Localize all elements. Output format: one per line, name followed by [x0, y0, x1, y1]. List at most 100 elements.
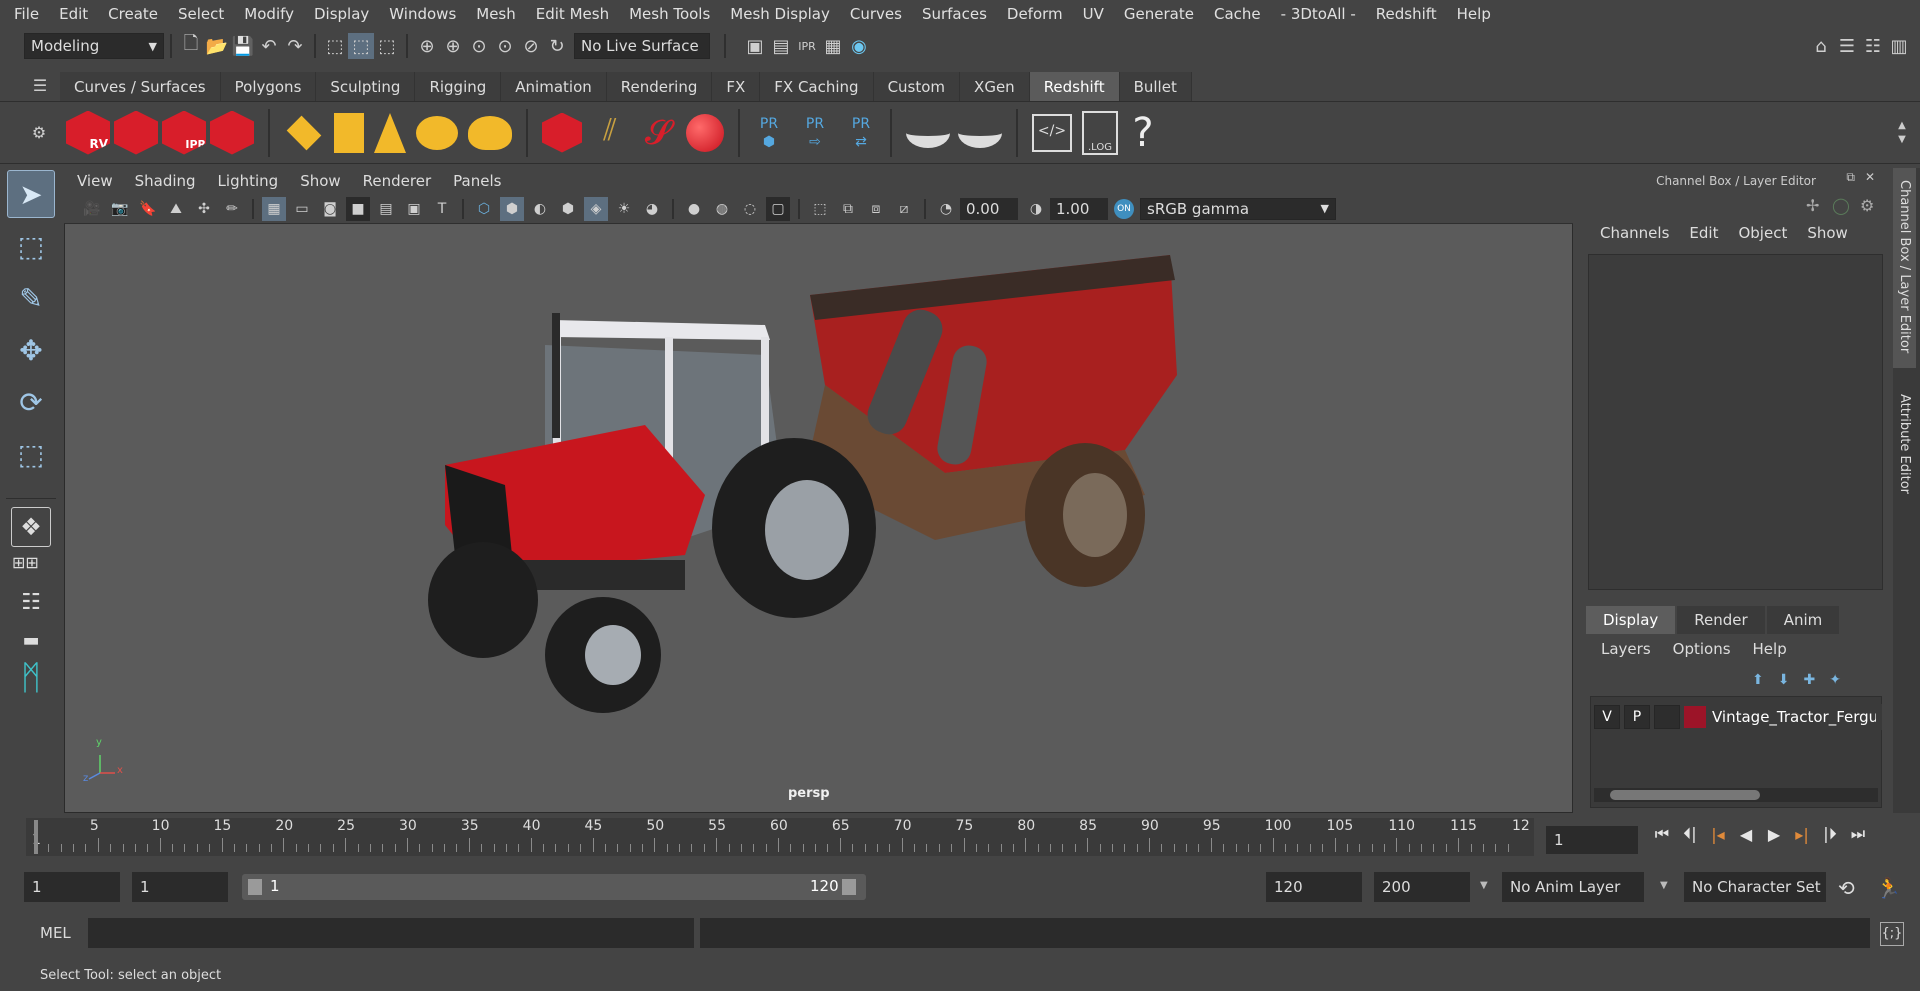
gamma-icon[interactable]: ◑: [1024, 197, 1048, 221]
wireframe-icon[interactable]: ⬡: [472, 197, 496, 221]
move-layer-up-icon[interactable]: ⬆: [1752, 672, 1764, 688]
pr-cube-icon[interactable]: PR ⬢: [754, 115, 784, 151]
layer-visibility-toggle[interactable]: V: [1594, 705, 1620, 729]
view-transform-dropdown[interactable]: sRGB gamma ▼: [1140, 197, 1336, 220]
channel-box-menu-show[interactable]: Show: [1797, 224, 1857, 242]
shelf-tab-curves-surfaces[interactable]: Curves / Surfaces: [60, 72, 221, 101]
menu-mesh[interactable]: Mesh: [466, 0, 526, 29]
range-slider-bar[interactable]: 1 120: [242, 874, 866, 900]
select-component-icon[interactable]: ⬚: [374, 33, 400, 59]
toolbox-toggle-icon[interactable]: ▥: [1886, 33, 1912, 59]
shelf-tab-xgen[interactable]: XGen: [960, 72, 1030, 101]
viewport-menu-lighting[interactable]: Lighting: [207, 172, 290, 190]
gamma-field[interactable]: 1.00: [1050, 197, 1108, 220]
play-forwards-icon[interactable]: ▶: [1760, 820, 1788, 848]
close-icon[interactable]: ✕: [1865, 170, 1875, 184]
menu-curves[interactable]: Curves: [840, 0, 912, 29]
pr-swap-icon[interactable]: PR ⇄: [846, 115, 876, 151]
menu-surfaces[interactable]: Surfaces: [912, 0, 997, 29]
lasso-tool-icon[interactable]: ⬚: [7, 222, 55, 270]
scrollbar-thumb[interactable]: [1610, 790, 1760, 800]
open-scene-icon[interactable]: 📂: [204, 33, 230, 59]
play-backwards-icon[interactable]: ◀: [1732, 820, 1760, 848]
layer-tab-anim[interactable]: Anim: [1766, 606, 1840, 634]
step-back-keyframe-icon[interactable]: |◂: [1704, 820, 1732, 848]
depth-of-field-icon[interactable]: ▢: [766, 196, 790, 221]
snap-grid-icon[interactable]: ⊕: [414, 33, 440, 59]
playback-end-field[interactable]: 120: [1266, 872, 1362, 902]
auto-key-icon[interactable]: ⟲: [1838, 876, 1855, 900]
layer-menu-help[interactable]: Help: [1742, 640, 1798, 658]
2d-pan-zoom-icon[interactable]: ✣: [192, 197, 216, 221]
material-bowl-icon[interactable]: [906, 118, 950, 148]
shelf-tab-bullet[interactable]: Bullet: [1119, 72, 1192, 101]
step-back-key-icon[interactable]: ⏴|: [1676, 820, 1704, 848]
sun-sky-icon[interactable]: [468, 115, 512, 150]
hypershade-icon[interactable]: ◉: [846, 33, 872, 59]
manipulator-icon[interactable]: ✢: [1806, 196, 1819, 215]
physical-light-icon[interactable]: [334, 112, 364, 153]
animation-preferences-icon[interactable]: 🏃: [1876, 876, 1901, 900]
snap-curve-icon[interactable]: ⊕: [440, 33, 466, 59]
bookmark-icon[interactable]: 🔖: [136, 197, 160, 221]
gear-icon[interactable]: ⚙: [1860, 196, 1874, 215]
panel-list-icon[interactable]: ☷: [1860, 33, 1886, 59]
layout-menu-icon[interactable]: ▬: [7, 630, 55, 651]
layer-row[interactable]: V P Vintage_Tractor_Fergus: [1594, 704, 1882, 730]
range-start-handle[interactable]: [248, 879, 262, 895]
menu-3dtoall[interactable]: - 3DtoAll -: [1271, 0, 1366, 29]
film-gate-icon[interactable]: ▭: [290, 197, 314, 221]
speed-icon[interactable]: ◯: [1832, 196, 1850, 215]
viewport-menu-show[interactable]: Show: [289, 172, 351, 190]
shelf-tab-custom[interactable]: Custom: [873, 72, 961, 101]
smooth-shade-icon[interactable]: ⬢: [500, 196, 524, 221]
menu-select[interactable]: Select: [168, 0, 234, 29]
menu-windows[interactable]: Windows: [379, 0, 466, 29]
redshift-ipr-icon[interactable]: IPR: [162, 110, 206, 155]
exposure-field[interactable]: 0.00: [960, 197, 1018, 220]
menu-cache[interactable]: Cache: [1204, 0, 1271, 29]
motion-blur-icon[interactable]: ◍: [710, 197, 734, 221]
layout-icon[interactable]: ☰: [1834, 33, 1860, 59]
paint-select-tool-icon[interactable]: ✎: [7, 274, 55, 322]
pr-export-icon[interactable]: PR ⇨: [800, 115, 830, 151]
ipr-render-icon[interactable]: IPR: [794, 33, 820, 59]
resolution-gate-icon[interactable]: ◙: [318, 197, 342, 221]
menu-uv[interactable]: UV: [1073, 0, 1114, 29]
screen-space-ao-icon[interactable]: ●: [682, 197, 706, 221]
menu-edit-mesh[interactable]: Edit Mesh: [526, 0, 619, 29]
channel-box-menu-object[interactable]: Object: [1728, 224, 1797, 242]
menu-mesh-display[interactable]: Mesh Display: [720, 0, 840, 29]
menu-display[interactable]: Display: [304, 0, 379, 29]
safe-action-icon[interactable]: ▣: [402, 197, 426, 221]
sphere-object-icon[interactable]: [686, 113, 724, 152]
float-panel-icon[interactable]: ⧉: [1846, 170, 1855, 185]
step-forward-keyframe-icon[interactable]: ▸|: [1788, 820, 1816, 848]
field-chart-icon[interactable]: ▤: [374, 197, 398, 221]
xray-components-icon[interactable]: ⧄: [892, 197, 916, 221]
scale-tool-icon[interactable]: ⬚: [7, 430, 55, 478]
chevron-down-icon[interactable]: ▼: [1660, 880, 1668, 891]
safe-title-icon[interactable]: T: [430, 197, 454, 221]
menu-mesh-tools[interactable]: Mesh Tools: [619, 0, 720, 29]
anim-layer-dropdown[interactable]: No Anim Layer: [1502, 872, 1644, 902]
camera-icon[interactable]: 🎥: [80, 197, 104, 221]
grid-icon[interactable]: ▦: [262, 196, 286, 221]
layer-tab-render[interactable]: Render: [1677, 606, 1765, 634]
help-icon[interactable]: ?: [1128, 111, 1158, 155]
channel-box-menu-edit[interactable]: Edit: [1679, 224, 1728, 242]
shelf-tab-fx[interactable]: FX: [712, 72, 761, 101]
go-to-end-icon[interactable]: ⏭: [1844, 820, 1872, 848]
anim-end-field[interactable]: 200: [1374, 872, 1470, 902]
menuset-dropdown[interactable]: Modeling ▼: [24, 33, 164, 59]
shelf-tab-rigging[interactable]: Rigging: [415, 72, 502, 101]
select-tool-icon[interactable]: ➤: [7, 170, 55, 218]
shelf-tab-rendering[interactable]: Rendering: [606, 72, 713, 101]
outliner-layout-icon[interactable]: ☷: [7, 578, 55, 626]
image-plane-icon[interactable]: ⛰: [164, 197, 188, 221]
live-surface-icon[interactable]: ↻: [544, 33, 570, 59]
redshift-batch-render-icon[interactable]: [114, 110, 158, 155]
layer-tab-display[interactable]: Display: [1586, 606, 1676, 634]
gear-icon[interactable]: ⚙: [26, 120, 52, 146]
menu-edit[interactable]: Edit: [49, 0, 98, 29]
